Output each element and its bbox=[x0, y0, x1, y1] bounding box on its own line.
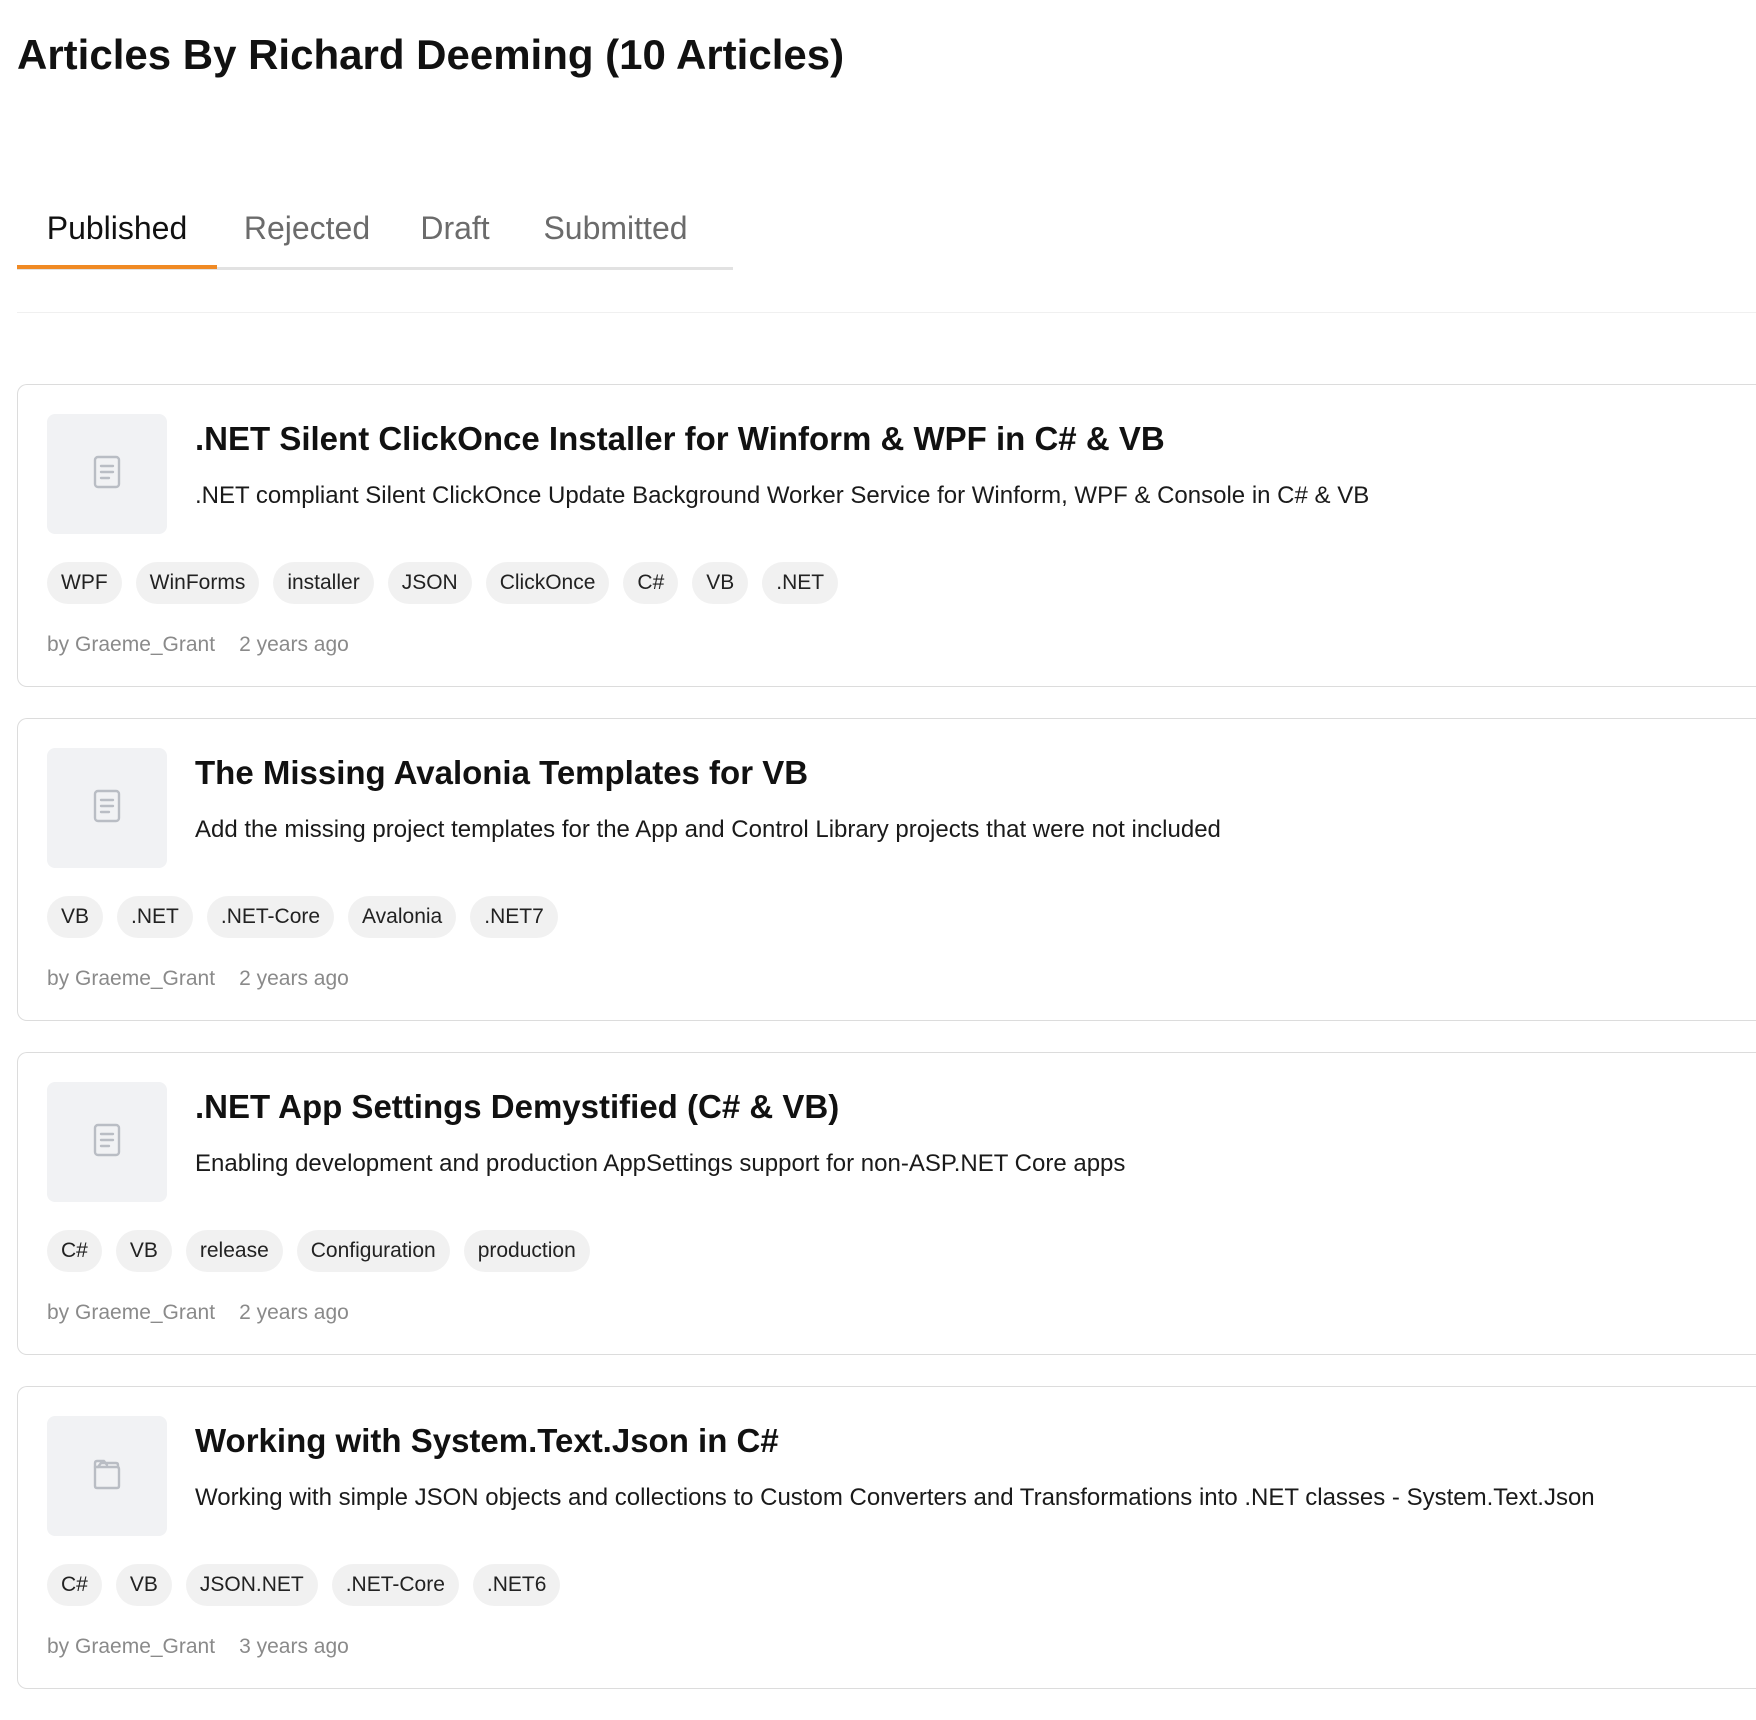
tag-chip[interactable]: WinForms bbox=[135, 562, 260, 604]
tag-chip[interactable]: C# bbox=[623, 562, 679, 604]
section-divider bbox=[17, 312, 1756, 313]
tag-chip[interactable]: release bbox=[185, 1230, 283, 1272]
document-icon bbox=[92, 1123, 122, 1162]
article-time: 3 years ago bbox=[239, 1635, 349, 1658]
tag-chip[interactable]: .NET6 bbox=[472, 1564, 561, 1606]
tag-chip[interactable]: .NET7 bbox=[470, 896, 558, 938]
article-card[interactable]: The Missing Avalonia Templates for VB Ad… bbox=[17, 718, 1756, 1021]
tag-chip[interactable]: .NET bbox=[762, 562, 839, 604]
article-thumbnail[interactable] bbox=[47, 748, 167, 868]
tab-published[interactable]: Published bbox=[17, 200, 217, 270]
article-author[interactable]: by Graeme_Grant bbox=[47, 1301, 215, 1324]
tag-chip[interactable]: VB bbox=[115, 1230, 172, 1272]
page-title: Articles By Richard Deeming (10 Articles… bbox=[17, 31, 845, 78]
article-description: Enabling development and production AppS… bbox=[195, 1150, 1126, 1177]
tab-submitted[interactable]: Submitted bbox=[513, 200, 718, 270]
article-list: .NET Silent ClickOnce Installer for Winf… bbox=[17, 384, 1756, 1720]
tag-chip[interactable]: production bbox=[463, 1230, 590, 1272]
article-meta: by Graeme_Grant 2 years ago bbox=[47, 967, 349, 991]
active-tab-indicator bbox=[17, 265, 217, 269]
tag-chip[interactable]: VB bbox=[115, 1564, 172, 1606]
article-card[interactable]: Working with System.Text.Json in C# Work… bbox=[17, 1386, 1756, 1689]
tag-chip[interactable]: .NET bbox=[117, 896, 193, 938]
tag-chip[interactable]: C# bbox=[47, 1230, 102, 1272]
article-description: Add the missing project templates for th… bbox=[195, 816, 1221, 843]
tag-chip[interactable]: WPF bbox=[47, 562, 122, 604]
tag-chip[interactable]: Configuration bbox=[296, 1230, 450, 1272]
article-title[interactable]: The Missing Avalonia Templates for VB bbox=[195, 753, 808, 793]
tag-chip[interactable]: VB bbox=[692, 562, 749, 604]
tag-list: VB .NET .NET-Core Avalonia .NET7 bbox=[47, 896, 558, 938]
tag-list: C# VB JSON.NET .NET-Core .NET6 bbox=[47, 1564, 561, 1606]
article-author[interactable]: by Graeme_Grant bbox=[47, 1635, 215, 1658]
article-meta: by Graeme_Grant 2 years ago bbox=[47, 1301, 349, 1325]
tag-chip[interactable]: .NET-Core bbox=[206, 896, 335, 938]
article-author[interactable]: by Graeme_Grant bbox=[47, 967, 215, 990]
article-thumbnail[interactable] bbox=[47, 1082, 167, 1202]
document-icon bbox=[92, 789, 122, 828]
article-title[interactable]: .NET Silent ClickOnce Installer for Winf… bbox=[195, 419, 1165, 459]
tag-chip[interactable]: JSON bbox=[387, 562, 472, 604]
article-description: .NET compliant Silent ClickOnce Update B… bbox=[195, 482, 1370, 509]
article-meta: by Graeme_Grant 2 years ago bbox=[47, 633, 349, 657]
article-thumbnail[interactable] bbox=[47, 414, 167, 534]
status-tabs: Published Rejected Draft Submitted bbox=[17, 200, 733, 270]
folder-icon bbox=[92, 1457, 122, 1496]
tab-rejected[interactable]: Rejected bbox=[217, 200, 397, 270]
article-meta: by Graeme_Grant 3 years ago bbox=[47, 1635, 349, 1659]
article-time: 2 years ago bbox=[239, 967, 349, 990]
document-icon bbox=[92, 455, 122, 494]
tag-chip[interactable]: C# bbox=[47, 1564, 102, 1606]
article-time: 2 years ago bbox=[239, 633, 349, 656]
article-title[interactable]: .NET App Settings Demystified (C# & VB) bbox=[195, 1087, 839, 1127]
tag-list: WPF WinForms installer JSON ClickOnce C# VB .NE… bbox=[47, 562, 839, 604]
tab-draft[interactable]: Draft bbox=[397, 200, 513, 270]
article-thumbnail[interactable] bbox=[47, 1416, 167, 1536]
article-time: 2 years ago bbox=[239, 1301, 349, 1324]
tag-chip[interactable]: .NET-Core bbox=[331, 1564, 459, 1606]
article-description: Working with simple JSON objects and col… bbox=[195, 1484, 1595, 1511]
tag-chip[interactable]: installer bbox=[273, 562, 374, 604]
article-title[interactable]: Working with System.Text.Json in C# bbox=[195, 1421, 779, 1461]
tag-list: C# VB release Configuration production bbox=[47, 1230, 590, 1272]
tag-chip[interactable]: Avalonia bbox=[348, 896, 457, 938]
article-author[interactable]: by Graeme_Grant bbox=[47, 633, 215, 656]
article-card[interactable]: .NET Silent ClickOnce Installer for Winf… bbox=[17, 384, 1756, 687]
tag-chip[interactable]: ClickOnce bbox=[485, 562, 610, 604]
tag-chip[interactable]: JSON.NET bbox=[185, 1564, 318, 1606]
article-card[interactable]: .NET App Settings Demystified (C# & VB) … bbox=[17, 1052, 1756, 1355]
tag-chip[interactable]: VB bbox=[47, 896, 104, 938]
